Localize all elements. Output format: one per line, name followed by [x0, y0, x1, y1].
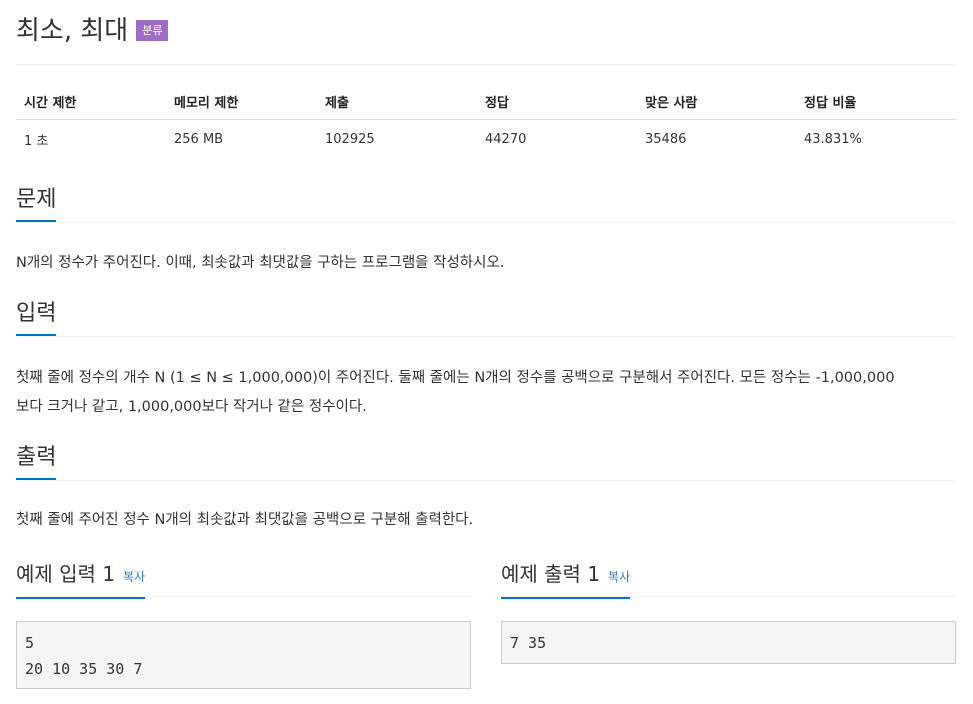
- header-accepted: 정답: [477, 86, 637, 120]
- problem-title: 최소, 최대: [16, 15, 129, 46]
- tag-badge[interactable]: 분류: [136, 19, 169, 41]
- sample-input-box[interactable]: 5 20 10 35 30 7: [16, 621, 471, 689]
- table-header-row: 시간 제한 메모리 제한 제출 정답 맞은 사람 정답 비율: [16, 86, 956, 120]
- sample-input-heading: 예제 입력 1 복사: [16, 560, 146, 599]
- output-description: 첫째 줄에 주어진 정수 N개의 최솟값과 최댓값을 공백으로 구분해 출력한다…: [16, 506, 961, 535]
- sample-output-box[interactable]: 7 35: [501, 621, 956, 664]
- input-description-line-1: 첫째 줄에 정수의 개수 N (1 ≤ N ≤ 1,000,000)이 주어진다…: [16, 370, 895, 386]
- header-accept-ratio: 정답 비율: [796, 86, 956, 120]
- output-description-text: 첫째 줄에 주어진 정수 N개의 최솟값과 최댓값을 공백으로 구분해 출력한다…: [16, 512, 474, 528]
- input-description-line-2: 보다 크거나 같고, 1,000,000보다 작거나 같은 정수이다.: [16, 399, 367, 415]
- memory-limit-value: 256 MB: [174, 132, 224, 147]
- sample-output-heading: 예제 출력 1 복사: [501, 560, 631, 599]
- problem-section-header: 문제: [16, 186, 956, 223]
- problem-description-text: N개의 정수가 주어진다. 이때, 최솟값과 최댓값을 구하는 프로그램을 작성…: [16, 255, 505, 271]
- time-limit-value: 1 초: [24, 134, 49, 149]
- header-time-limit: 시간 제한: [16, 86, 166, 120]
- submissions-value[interactable]: 102925: [317, 120, 477, 156]
- problem-heading: 문제: [16, 186, 57, 222]
- title-row: 최소, 최대 분류: [16, 8, 169, 48]
- problem-description: N개의 정수가 주어진다. 이때, 최솟값과 최댓값을 구하는 프로그램을 작성…: [16, 249, 961, 278]
- problem-info-table: 시간 제한 메모리 제한 제출 정답 맞은 사람 정답 비율 1 초 256 M…: [16, 86, 956, 155]
- output-heading: 출력: [16, 444, 57, 480]
- sample-output-title: 예제 출력 1: [501, 562, 601, 586]
- header-submissions: 제출: [317, 86, 477, 120]
- sample-output-copy-button[interactable]: 복사: [608, 570, 630, 584]
- sample-input-header: 예제 입력 1 복사: [16, 560, 471, 599]
- input-section-header: 입력: [16, 300, 956, 337]
- sample-input-title: 예제 입력 1: [16, 562, 116, 586]
- input-description: 첫째 줄에 정수의 개수 N (1 ≤ N ≤ 1,000,000)이 주어진다…: [16, 364, 961, 422]
- accepted-value[interactable]: 44270: [477, 120, 637, 156]
- header-solved-users: 맞은 사람: [637, 86, 796, 120]
- sample-input-copy-button[interactable]: 복사: [123, 570, 145, 584]
- table-row: 1 초 256 MB 102925 44270 35486 43.831%: [16, 120, 956, 156]
- input-heading: 입력: [16, 300, 57, 336]
- header-memory-limit: 메모리 제한: [166, 86, 317, 120]
- accept-ratio-value: 43.831%: [804, 132, 862, 147]
- output-section-header: 출력: [16, 444, 956, 481]
- problem-page: 최소, 최대 분류 시간 제한 메모리 제한 제출 정답 맞은 사람 정답 비율…: [0, 0, 973, 704]
- sample-output-header: 예제 출력 1 복사: [501, 560, 956, 599]
- title-divider: [16, 64, 956, 65]
- solved-users-value[interactable]: 35486: [637, 120, 796, 156]
